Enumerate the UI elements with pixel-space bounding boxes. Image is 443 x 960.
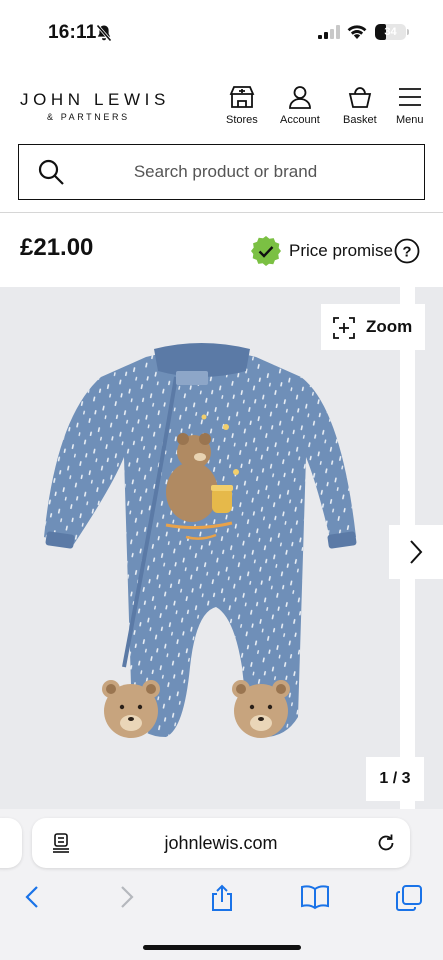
site-header: JOHN LEWIS & PARTNERS Stores Account Bas… xyxy=(0,66,443,142)
address-bar[interactable]: johnlewis.com xyxy=(32,818,410,868)
search-input[interactable]: Search product or brand xyxy=(18,144,425,200)
nav-stores[interactable]: Stores xyxy=(226,84,258,126)
nav-account[interactable]: Account xyxy=(280,84,320,126)
product-gallery[interactable]: Zoom 1 / 3 xyxy=(0,287,443,809)
home-indicator xyxy=(143,945,301,950)
status-time: 16:11 xyxy=(48,22,97,43)
address-url[interactable]: johnlewis.com xyxy=(32,818,410,868)
nav-menu-label: Menu xyxy=(396,114,424,126)
battery-text: 34 xyxy=(384,26,397,38)
menu-icon xyxy=(398,88,421,106)
divider xyxy=(0,212,443,213)
nav-basket[interactable]: Basket xyxy=(343,84,377,126)
next-image-button[interactable] xyxy=(389,525,443,579)
bookmarks-icon[interactable] xyxy=(300,884,330,915)
reload-icon[interactable] xyxy=(376,833,396,858)
price-promise-label[interactable]: Price promise xyxy=(289,241,393,261)
battery-cap xyxy=(407,29,409,35)
zoom-button[interactable]: Zoom xyxy=(321,304,425,350)
forward-icon[interactable] xyxy=(117,884,137,915)
chevron-right-icon xyxy=(410,540,423,564)
back-icon[interactable] xyxy=(22,884,42,915)
battery-icon: 34 xyxy=(375,24,406,40)
share-icon[interactable] xyxy=(209,884,235,917)
wifi-icon xyxy=(346,23,368,45)
tabs-icon[interactable] xyxy=(395,884,423,917)
store-icon xyxy=(229,86,255,108)
previous-tab-peek[interactable] xyxy=(0,818,22,868)
nav-account-label: Account xyxy=(280,114,320,126)
nav-basket-label: Basket xyxy=(343,114,377,126)
status-bar: 16:11 34 xyxy=(0,0,443,66)
product-price: £21.00 xyxy=(20,234,94,261)
nav-stores-label: Stores xyxy=(226,114,258,126)
basket-icon xyxy=(348,87,371,108)
svg-text:?: ? xyxy=(402,244,411,261)
signal-icon xyxy=(318,25,340,44)
logo-sub[interactable]: & PARTNERS xyxy=(47,112,130,122)
price-promise-check-icon xyxy=(250,235,282,272)
zoom-label: Zoom xyxy=(366,317,413,336)
help-icon[interactable]: ? xyxy=(394,238,420,269)
logo-main[interactable]: JOHN LEWIS xyxy=(20,90,170,110)
nav-menu[interactable]: Menu xyxy=(396,84,424,126)
image-page-indicator: 1 / 3 xyxy=(366,757,424,801)
browser-bottom-bar: johnlewis.com xyxy=(0,809,443,960)
account-icon xyxy=(288,86,311,109)
search-placeholder[interactable]: Search product or brand xyxy=(19,145,426,199)
product-image[interactable] xyxy=(36,337,366,757)
bell-off-icon xyxy=(96,24,112,47)
zoom-icon xyxy=(333,317,355,339)
